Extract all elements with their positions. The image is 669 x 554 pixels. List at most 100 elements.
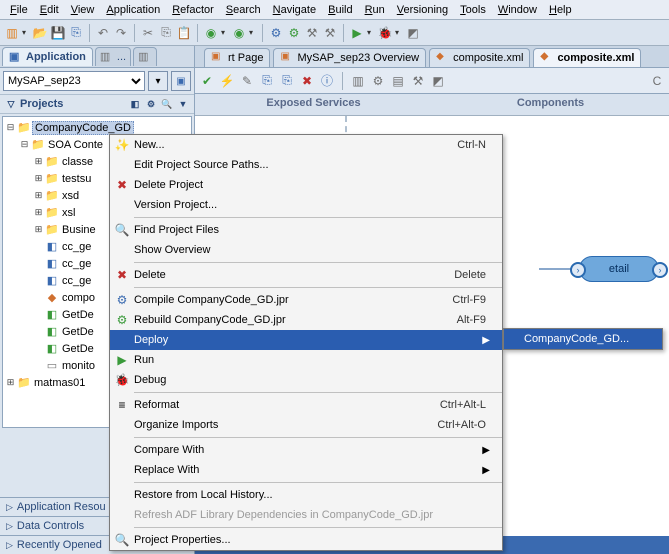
document-tab[interactable]: ▣rt Page [204,48,270,67]
debug-icon[interactable]: 🐞 [377,25,393,41]
menu-item[interactable]: Compare With▶ [110,440,502,460]
menu-view[interactable]: View [65,2,101,18]
tool-icon[interactable]: ◧ [128,97,142,111]
menu-run[interactable]: Run [359,2,391,18]
twisty-icon[interactable]: ⊞ [5,377,16,388]
nav-fwd-icon[interactable]: ◉ [231,25,247,41]
menu-item[interactable]: ⚙Rebuild CompanyCode_GD.jprAlt-F9 [110,310,502,330]
dropdown-icon[interactable]: ▾ [367,28,375,37]
tool-icon[interactable]: 🔍 [160,97,174,111]
application-tab[interactable]: ▣ Application [2,47,93,66]
dropdown-icon[interactable]: ▾ [395,28,403,37]
submenu-item-deploy-target[interactable]: CompanyCode_GD... [504,329,662,349]
save-all-icon[interactable]: ⎘ [68,25,84,41]
twisty-icon[interactable]: ⊞ [33,224,44,235]
document-tab[interactable]: ▣MySAP_sep23 Overview [273,48,426,67]
stub-tab[interactable]: ▥ [133,47,157,66]
bolt-icon[interactable]: ⚡ [219,73,235,89]
open-icon[interactable]: 📂 [32,25,48,41]
menu-item[interactable]: ✨New...Ctrl-N [110,135,502,155]
tool-icon[interactable]: ▤ [390,73,406,89]
tool-icon[interactable]: ▼ [176,97,190,111]
twisty-icon[interactable]: ⊞ [33,156,44,167]
menu-item[interactable]: Restore from Local History... [110,485,502,505]
node-icon: 📁 [44,206,60,220]
menu-item[interactable]: 🔍Project Properties... [110,530,502,550]
copy-icon[interactable]: ⎘ [259,73,275,89]
input-port-icon[interactable]: › [570,262,586,278]
project-overview-button[interactable]: ▣ [171,71,191,91]
stub-tab[interactable]: ▥... [95,47,131,66]
paste-icon[interactable]: ⎘ [279,73,295,89]
menu-versioning[interactable]: Versioning [391,2,454,18]
menu-item[interactable]: Deploy▶ [110,330,502,350]
twisty-icon[interactable]: ⊟ [19,139,30,150]
tool-icon[interactable]: ⚒ [322,25,338,41]
menu-item[interactable]: Organize ImportsCtrl+Alt-O [110,415,502,435]
menu-navigate[interactable]: Navigate [267,2,322,18]
menu-item[interactable]: 🔍Find Project Files [110,220,502,240]
editor-toolbar: ✔ ⚡ ✎ ⎘ ⎘ ✖ ⓘ ▥ ⚙ ▤ ⚒ ◩ C [195,68,669,94]
service-node[interactable]: › etail › [579,256,659,282]
undo-icon[interactable]: ↶ [95,25,111,41]
project-selector[interactable]: MySAP_sep23 [3,71,145,91]
twisty-icon[interactable]: ⊟ [5,122,16,133]
document-tab[interactable]: ◆composite.xml [429,48,530,67]
menu-item[interactable]: Show Overview [110,240,502,260]
menu-label: Reformat [134,399,440,411]
menu-search[interactable]: Search [220,2,267,18]
tool-icon[interactable]: ⚒ [410,73,426,89]
document-tab[interactable]: ◆composite.xml [533,48,641,67]
menu-item[interactable]: ▶Run [110,350,502,370]
delete-icon[interactable]: ✖ [299,73,315,89]
tool-icon[interactable]: ◩ [430,73,446,89]
node-label: xsd [60,190,79,202]
rebuild-icon[interactable]: ⚙ [286,25,302,41]
nav-back-icon[interactable]: ◉ [203,25,219,41]
twisty-icon[interactable]: ⊞ [33,207,44,218]
menu-item[interactable]: ≡ReformatCtrl+Alt-L [110,395,502,415]
new-icon[interactable]: ▥ [4,25,20,41]
tool-icon[interactable]: ⚙ [144,97,158,111]
menu-tools[interactable]: Tools [454,2,492,18]
cut-icon[interactable]: ✂ [140,25,156,41]
menu-item[interactable]: ✖Delete Project [110,175,502,195]
menu-item[interactable]: Edit Project Source Paths... [110,155,502,175]
collapse-icon: ▽ [4,97,18,111]
menu-application[interactable]: Application [100,2,166,18]
separator [134,24,135,42]
tool-icon[interactable]: ⚒ [304,25,320,41]
save-icon[interactable]: 💾 [50,25,66,41]
redo-icon[interactable]: ↷ [113,25,129,41]
tool-icon[interactable]: C [649,73,665,89]
info-icon[interactable]: ⓘ [319,73,335,89]
menu-item[interactable]: Replace With▶ [110,460,502,480]
tool-icon[interactable]: ⚙ [370,73,386,89]
menu-help[interactable]: Help [543,2,578,18]
menu-build[interactable]: Build [322,2,358,18]
menu-file[interactable]: File [4,2,34,18]
menu-item[interactable]: ✖DeleteDelete [110,265,502,285]
menu-refactor[interactable]: Refactor [166,2,220,18]
menu-item[interactable]: Version Project... [110,195,502,215]
tool-icon[interactable]: ▥ [350,73,366,89]
dropdown-icon[interactable]: ▾ [22,28,30,37]
project-dropdown-button[interactable]: ▾ [148,71,168,91]
menu-edit[interactable]: Edit [34,2,65,18]
twisty-icon[interactable]: ⊞ [33,190,44,201]
menu-item[interactable]: ⚙Compile CompanyCode_GD.jprCtrl-F9 [110,290,502,310]
copy-icon[interactable]: ⎘ [158,25,174,41]
tool-icon[interactable]: ◩ [405,25,421,41]
menu-item[interactable]: 🐞Debug [110,370,502,390]
dropdown-icon[interactable]: ▾ [221,28,229,37]
wand-icon[interactable]: ✎ [239,73,255,89]
dropdown-icon[interactable]: ▾ [249,28,257,37]
twisty-icon[interactable]: ⊞ [33,173,44,184]
paste-icon[interactable]: 📋 [176,25,192,41]
check-icon[interactable]: ✔ [199,73,215,89]
run-icon[interactable]: ▶ [349,25,365,41]
output-port-icon[interactable]: › [652,262,668,278]
build-icon[interactable]: ⚙ [268,25,284,41]
menu-window[interactable]: Window [492,2,543,18]
projects-section-bar[interactable]: ▽ Projects ◧ ⚙ 🔍 ▼ [0,95,194,114]
